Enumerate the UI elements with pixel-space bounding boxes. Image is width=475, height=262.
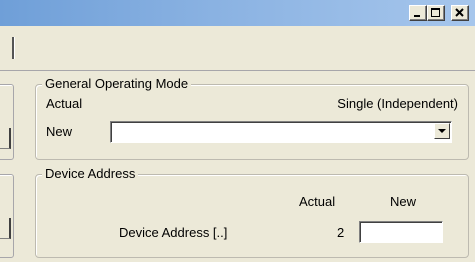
dropdown-button[interactable] (434, 123, 450, 139)
column-header-actual: Actual (299, 194, 336, 209)
left-panel-button-bottom[interactable] (0, 218, 11, 239)
minimize-button[interactable] (409, 5, 427, 21)
column-header-new: New (390, 194, 417, 209)
toolbar-strip (0, 26, 475, 71)
device-address-label: Device Address [..] (119, 225, 228, 240)
device-address-new-input[interactable] (359, 221, 443, 243)
operating-mode-select[interactable] (110, 121, 452, 143)
new-label: New (46, 124, 73, 139)
left-panel-edge-bottom (0, 174, 14, 258)
group-title-general-operating-mode: General Operating Mode (42, 76, 192, 91)
maximize-button[interactable] (427, 5, 445, 21)
actual-label: Actual (46, 96, 83, 111)
device-address-group: Device Address Actual New Device Address… (35, 166, 469, 258)
left-panel-button-top[interactable] (0, 128, 11, 149)
close-button[interactable] (451, 5, 469, 21)
minimize-icon (414, 15, 420, 17)
actual-operating-mode-value: Single (Independent) (337, 96, 458, 111)
maximize-icon (431, 8, 440, 17)
toolbar-divider (12, 37, 14, 59)
device-address-actual-value: 2 (337, 225, 345, 240)
chevron-down-icon (438, 129, 446, 133)
group-title-device-address: Device Address (42, 166, 139, 181)
general-operating-mode-group: General Operating Mode Actual Single (In… (35, 76, 469, 160)
close-icon (455, 8, 464, 17)
title-bar (0, 0, 475, 26)
